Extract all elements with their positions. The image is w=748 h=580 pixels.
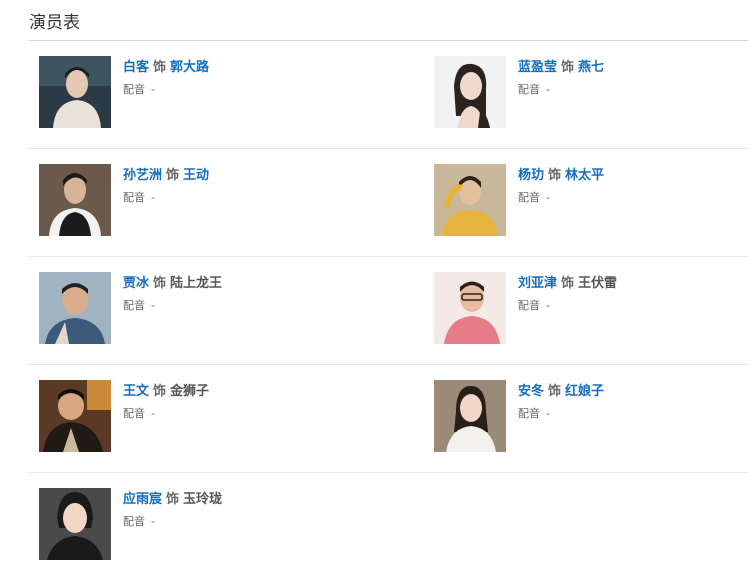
- cast-info: 孙艺洲饰王动 配音 -: [123, 166, 209, 206]
- actor-name-link[interactable]: 安冬: [518, 384, 544, 399]
- role-name-link[interactable]: 郭大路: [170, 60, 209, 75]
- actor-name-link[interactable]: 应雨宸: [123, 492, 162, 507]
- role-name: 陆上龙王: [170, 276, 223, 291]
- cast-info: 安冬饰红娘子 配音 -: [518, 382, 604, 422]
- dubbing-value: -: [546, 191, 550, 204]
- as-connector: 饰: [166, 168, 180, 183]
- as-connector: 饰: [166, 492, 180, 507]
- dubbing-label: 配音: [518, 83, 540, 96]
- cast-info: 蓝盈莹饰燕七 配音 -: [518, 58, 604, 98]
- cast-info: 白客饰郭大路 配音 -: [123, 58, 209, 98]
- dubbing-label: 配音: [123, 83, 145, 96]
- as-connector: 饰: [561, 276, 575, 291]
- cast-row: 贾冰饰陆上龙王 配音 - 刘亚津饰王伏雷 配音 -: [29, 257, 748, 365]
- dubbing-label: 配音: [123, 515, 145, 528]
- cast-row: 孙艺洲饰王动 配音 - 杨玏饰林太平 配音 -: [29, 149, 748, 257]
- as-connector: 饰: [153, 60, 167, 75]
- actor-photo[interactable]: [39, 272, 111, 344]
- dubbing-label: 配音: [518, 407, 540, 420]
- actor-photo[interactable]: [39, 56, 111, 128]
- as-connector: 饰: [561, 60, 575, 75]
- role-name: 王伏雷: [578, 276, 618, 291]
- role-name-link[interactable]: 王动: [183, 168, 209, 183]
- actor-name-link[interactable]: 刘亚津: [518, 276, 557, 291]
- dubbing-value: -: [546, 407, 550, 420]
- role-name: 金狮子: [170, 384, 210, 399]
- actor-name-link[interactable]: 贾冰: [123, 276, 149, 291]
- actor-name-link[interactable]: 杨玏: [518, 168, 544, 183]
- dubbing-value: -: [151, 191, 155, 204]
- actor-photo[interactable]: [434, 164, 506, 236]
- dubbing-value: -: [151, 407, 155, 420]
- cast-row: 王文饰金狮子 配音 - 安冬饰红娘子 配音 -: [29, 365, 748, 473]
- role-name-link[interactable]: 红娘子: [565, 384, 604, 399]
- cast-section-title: 演员表: [29, 13, 80, 33]
- dubbing-value: -: [151, 515, 155, 528]
- cast-info: 应雨宸饰玉玲珑 配音 -: [123, 490, 222, 530]
- role-name-link[interactable]: 林太平: [565, 168, 604, 183]
- dubbing-label: 配音: [123, 191, 145, 204]
- actor-photo[interactable]: [434, 56, 506, 128]
- actor-photo[interactable]: [39, 164, 111, 236]
- actor-name-link[interactable]: 王文: [123, 384, 149, 399]
- cast-info: 王文饰金狮子 配音 -: [123, 382, 209, 422]
- dubbing-value: -: [546, 83, 550, 96]
- as-connector: 饰: [548, 168, 562, 183]
- as-connector: 饰: [548, 384, 562, 399]
- cast-info: 刘亚津饰王伏雷 配音 -: [518, 274, 617, 314]
- dubbing-label: 配音: [123, 299, 145, 312]
- actor-name-link[interactable]: 蓝盈莹: [518, 60, 557, 75]
- actor-photo[interactable]: [39, 488, 111, 560]
- actor-photo[interactable]: [39, 380, 111, 452]
- dubbing-value: -: [546, 299, 550, 312]
- dubbing-label: 配音: [518, 191, 540, 204]
- actor-name-link[interactable]: 孙艺洲: [123, 168, 162, 183]
- cast-list: 白客饰郭大路 配音 - 蓝盈莹饰燕七 配音 - 孙艺洲 饰 王动 配音 - 杨玏…: [29, 41, 748, 580]
- actor-photo[interactable]: [434, 380, 506, 452]
- actor-name-link[interactable]: 白客: [123, 60, 149, 75]
- role-name: 玉玲珑: [183, 492, 223, 507]
- as-connector: 饰: [153, 384, 167, 399]
- actor-photo[interactable]: [434, 272, 506, 344]
- cast-info: 杨玏饰林太平 配音 -: [518, 166, 604, 206]
- cast-info: 贾冰饰陆上龙王 配音 -: [123, 274, 222, 314]
- dubbing-value: -: [151, 83, 155, 96]
- as-connector: 饰: [153, 276, 167, 291]
- dubbing-label: 配音: [518, 299, 540, 312]
- dubbing-label: 配音: [123, 407, 145, 420]
- cast-row: 应雨宸饰玉玲珑 配音 -: [29, 473, 748, 580]
- role-name-link[interactable]: 燕七: [578, 60, 604, 75]
- dubbing-value: -: [151, 299, 155, 312]
- cast-row: 白客饰郭大路 配音 - 蓝盈莹饰燕七 配音 -: [29, 41, 748, 149]
